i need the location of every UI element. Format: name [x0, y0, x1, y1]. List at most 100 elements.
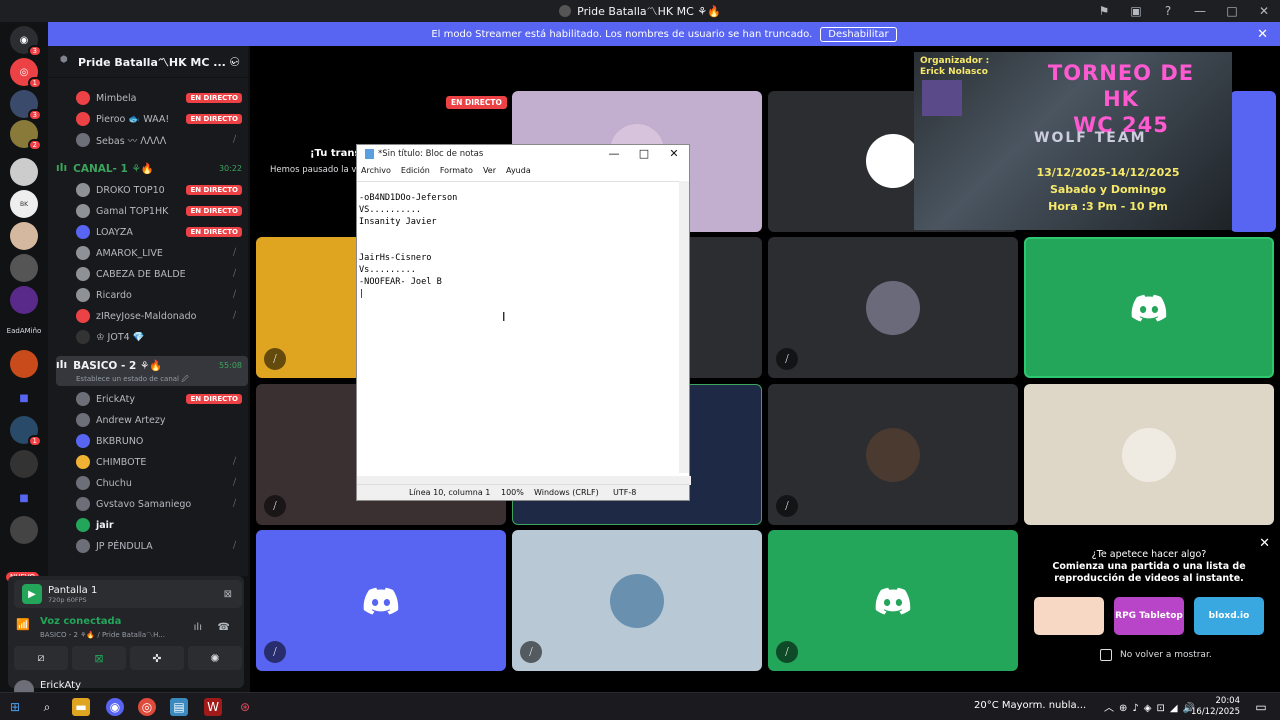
stream-preview[interactable]: ▶ Pantalla 1 720p 60FPS ⊠	[14, 580, 242, 608]
notifications-icon[interactable]: ▭	[1252, 698, 1270, 716]
noise-suppression-icon[interactable]: ılı	[194, 622, 202, 633]
video-tile[interactable]	[1024, 384, 1274, 525]
server-icon[interactable]: 1	[10, 416, 42, 447]
voice-user[interactable]: Ricardo ⧸	[76, 285, 246, 305]
voice-user[interactable]: BKBRUNO	[76, 431, 246, 451]
notepad-titlebar[interactable]: *Sin título: Bloc de notas — □ ✕	[357, 145, 689, 163]
activity-card-party[interactable]	[1034, 597, 1104, 635]
system-tray[interactable]: ︿⊕♪◈⊡◢🔊	[1104, 699, 1200, 714]
menu-formato[interactable]: Formato	[440, 166, 473, 175]
server-header[interactable]: ⬢ Pride Batalla〽HK MC ... ⌄ ⚇	[48, 46, 248, 78]
discord-home-icon[interactable]: ◉ 3	[10, 26, 42, 57]
video-tile[interactable]: ⧸	[256, 530, 506, 671]
video-tile[interactable]: ⧸	[512, 530, 762, 671]
stop-stream-icon[interactable]: ⊠	[224, 589, 232, 600]
clock[interactable]: 20:04 16/12/2025	[1191, 696, 1240, 718]
menu-archivo[interactable]: Archivo	[361, 166, 391, 175]
mic-muted-icon: ⧸	[264, 495, 286, 517]
voice-user[interactable]: Sebas 〰 ᐱᐱᐱᐱ ⧸	[76, 130, 246, 150]
search-icon[interactable]: ⌕	[38, 698, 56, 716]
voice-channel-canal[interactable]: ıIı CANAL- 1 ⚘🔥 30:22	[56, 158, 248, 178]
close-button[interactable]: ✕	[659, 145, 689, 163]
voice-user[interactable]: LOAYZA EN DIRECTO	[76, 222, 246, 242]
screen-share-button[interactable]: ⊠	[72, 646, 126, 670]
activity-card-bloxd[interactable]: bloxd.io	[1194, 597, 1264, 635]
video-tile[interactable]	[1230, 91, 1276, 232]
username: Ricardo	[96, 289, 132, 301]
vertical-scrollbar[interactable]	[679, 181, 689, 473]
server-icon[interactable]: 3	[10, 90, 42, 121]
voice-user[interactable]: CABEZA DE BALDE ⧸	[76, 264, 246, 284]
server-icon[interactable]: BK	[10, 190, 38, 218]
disconnect-icon[interactable]: ☎	[218, 622, 230, 633]
start-icon[interactable]: ⊞	[6, 698, 24, 716]
server-icon[interactable]: 2	[10, 120, 42, 151]
tournament-stream[interactable]: Organizador : Erick Nolasco TORNEO DE HK…	[914, 52, 1232, 230]
notepad-window[interactable]: *Sin título: Bloc de notas — □ ✕ Archivo…	[356, 144, 691, 501]
menu-ayuda[interactable]: Ayuda	[506, 166, 531, 175]
server-icon[interactable]	[10, 516, 38, 544]
add-member-icon[interactable]: ⚇	[229, 55, 240, 69]
maximize-button[interactable]: □	[629, 145, 659, 163]
voice-user[interactable]: Chuchu ⧸	[76, 473, 246, 493]
user-bar[interactable]: ErickAty	[8, 680, 244, 692]
voice-user[interactable]: AMAROK_LIVE ⧸	[76, 243, 246, 263]
chrome-icon[interactable]: ◎	[138, 698, 156, 716]
voice-user[interactable]: DROKO TOP10 EN DIRECTO	[76, 180, 246, 200]
discord-taskbar-icon[interactable]: ◉	[106, 698, 124, 716]
notepad-taskbar-icon[interactable]: ▤	[170, 698, 188, 716]
menu-ver[interactable]: Ver	[483, 166, 496, 175]
activity-card-rpg[interactable]: RPG Tabletop	[1114, 597, 1184, 635]
folder-icon[interactable]: ■	[10, 384, 38, 412]
voice-user[interactable]: jair	[76, 515, 246, 535]
notepad-text-area[interactable]: -oB4ND1DOo-Jeferson VS.......... Insanit…	[357, 181, 681, 473]
weather-widget[interactable]: 20°C Mayorm. nubla...	[974, 700, 1086, 711]
server-icon[interactable]	[10, 254, 38, 282]
server-icon[interactable]	[10, 350, 38, 378]
help-icon[interactable]: ?	[1152, 4, 1184, 18]
minimize-button[interactable]: —	[1184, 4, 1216, 18]
dont-show-label: No volver a mostrar.	[1120, 650, 1212, 660]
video-tile[interactable]: ⧸	[768, 237, 1018, 378]
dont-show-checkbox[interactable]	[1100, 649, 1112, 661]
voice-user[interactable]: zIReyJose-Maldonado ⧸	[76, 306, 246, 326]
voice-status[interactable]: Voz conectada	[40, 616, 121, 627]
activities-button[interactable]: ✜	[130, 646, 184, 670]
voice-user[interactable]: Pieroo 🐟 WAA! EN DIRECTO	[76, 109, 246, 129]
voice-connection: 📶 Voz conectada BASICO - 2 ⚘🔥 / Pride Ba…	[14, 614, 242, 646]
server-icon[interactable]: ◎ 1	[10, 58, 42, 89]
server-icon[interactable]	[10, 286, 38, 314]
voice-user[interactable]: Andrew Artezy	[76, 410, 246, 430]
voice-user[interactable]: ♔ JOT4 💎	[76, 327, 246, 347]
username: CHIMBOTE	[96, 456, 147, 468]
server-icon[interactable]	[10, 222, 38, 250]
voice-user[interactable]: JP PÉNDULA ⧸	[76, 536, 246, 556]
game-icon[interactable]: W	[204, 698, 222, 716]
activity-prompt: ¿Te apetece hacer algo? Comienza una par…	[1024, 549, 1274, 585]
close-icon[interactable]: ✕	[1257, 27, 1268, 42]
soundboard-button[interactable]: ✺	[188, 646, 242, 670]
maximize-button[interactable]: □	[1216, 4, 1248, 18]
minimize-button[interactable]: —	[599, 145, 629, 163]
screen-icon[interactable]: ▣	[1120, 4, 1152, 18]
server-icon[interactable]	[10, 450, 38, 478]
folder-icon[interactable]: ■	[10, 484, 38, 512]
channel-status[interactable]: Establece un estado de canal 🖉	[76, 375, 189, 386]
inbox-icon[interactable]: ⚑	[1088, 4, 1120, 18]
menu-edicion[interactable]: Edición	[401, 166, 430, 175]
voice-channel-path[interactable]: BASICO - 2 ⚘🔥 / Pride Batalla〽H...	[40, 630, 165, 640]
file-explorer-icon[interactable]: ▬	[72, 698, 90, 716]
video-tile[interactable]: ⧸	[768, 384, 1018, 525]
voice-user[interactable]: Mimbela EN DIRECTO	[76, 88, 246, 108]
video-tile[interactable]: ⧸	[768, 530, 1018, 671]
video-tile-speaking[interactable]	[1024, 237, 1274, 378]
voice-user[interactable]: ErickAty EN DIRECTO	[76, 389, 246, 409]
app-icon[interactable]: ⊛	[236, 698, 254, 716]
voice-user[interactable]: Gamal TOP1HK EN DIRECTO	[76, 201, 246, 221]
close-button[interactable]: ✕	[1248, 4, 1280, 18]
voice-user[interactable]: CHIMBOTE ⧸	[76, 452, 246, 472]
camera-off-button[interactable]: ⧄	[14, 646, 68, 670]
disable-streamer-button[interactable]: Deshabilitar	[820, 26, 897, 42]
voice-user[interactable]: Gvstavo Samaniego ⧸	[76, 494, 246, 514]
server-icon[interactable]	[10, 158, 38, 186]
